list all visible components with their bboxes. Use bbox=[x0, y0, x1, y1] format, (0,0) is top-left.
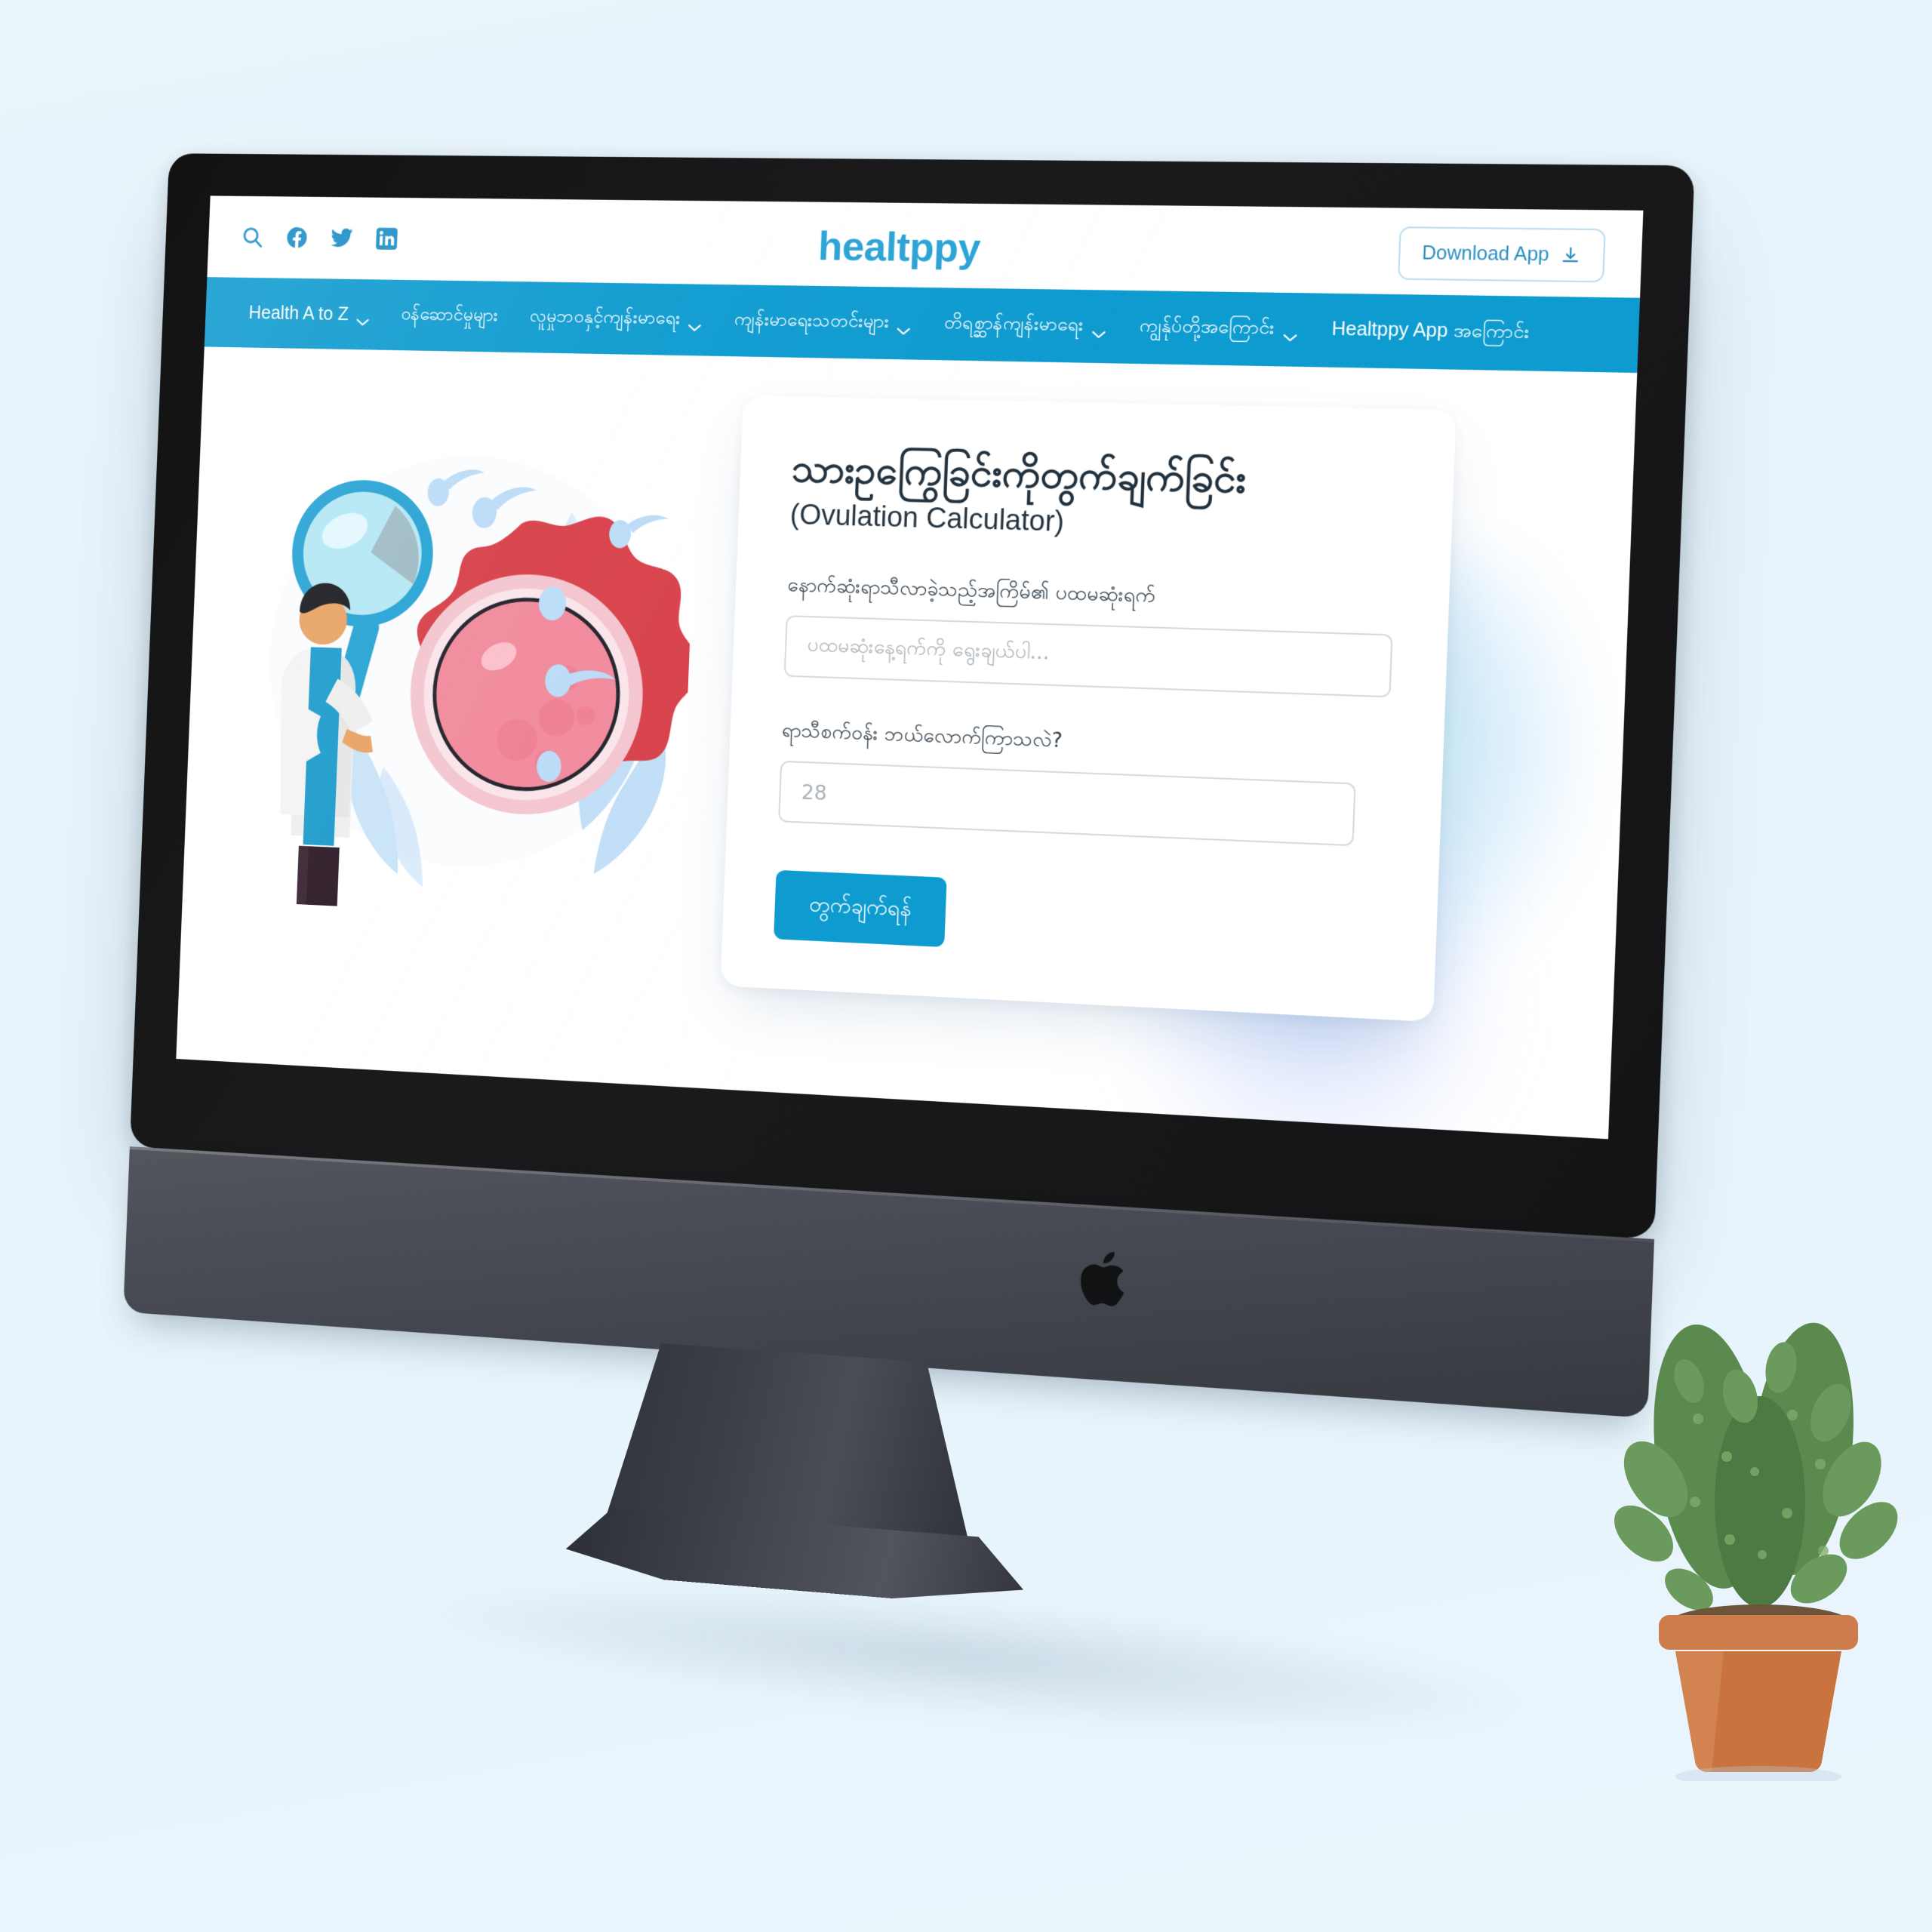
ovulation-calculator-card: သားဥကြွေခြင်းကိုတွက်ချက်ခြင်း (Ovulation… bbox=[720, 395, 1457, 1023]
card-subtitle: (Ovulation Calculator) bbox=[789, 499, 1065, 539]
nav-item-services[interactable]: ဝန်ဆောင်မှုများ bbox=[385, 301, 515, 331]
cycle-length-input[interactable]: 28 bbox=[778, 761, 1356, 847]
nav-label: တိရစ္ဆာန်ကျန်းမာရေး bbox=[943, 311, 1084, 335]
cactus-in-terracotta-pot bbox=[1600, 1253, 1917, 1781]
monitor-screen: healtppy Download App Health A to Z ဝန်ဆ… bbox=[176, 195, 1644, 1140]
last-period-date-placeholder: ပထမဆုံးနေ့ရက်ကို ရွေးချယ်ပါ... bbox=[806, 633, 1050, 665]
nav-label: ကျွန်ုပ်တို့အကြောင်း bbox=[1139, 314, 1275, 339]
last-period-date-input[interactable]: ပထမဆုံးနေ့ရက်ကို ရွေးချယ်ပါ... bbox=[783, 615, 1393, 698]
nav-label: ကျန်းမာရေးသတင်းများ bbox=[734, 308, 890, 332]
nav-item-health-news[interactable]: ကျန်းမာရေးသတင်းများ bbox=[718, 306, 928, 337]
nav-item-animal-health[interactable]: တိရစ္ဆာန်ကျန်းမာရေး bbox=[927, 309, 1123, 340]
nav-item-about-us[interactable]: ကျွန်ုပ်တို့အကြောင်း bbox=[1122, 313, 1315, 345]
last-period-label: နောက်ဆုံးရာသီလာခဲ့သည့်အကြိမ်၏ ပထမဆုံးရက် bbox=[786, 573, 1156, 608]
download-icon bbox=[1560, 245, 1581, 266]
scene-background: healtppy Download App Health A to Z ဝန်ဆ… bbox=[0, 0, 1932, 1932]
chevron-down-icon bbox=[1283, 325, 1298, 335]
doctor-examining-ovum-illustration bbox=[224, 435, 698, 923]
nav-label: Healtppy App အကြောင်း bbox=[1331, 317, 1530, 343]
cycle-length-placeholder: 28 bbox=[801, 780, 828, 805]
card-title: သားဥကြွေခြင်းကိုတွက်ချက်ခြင်း bbox=[791, 445, 1247, 503]
chevron-down-icon bbox=[688, 315, 703, 325]
chevron-down-icon bbox=[1091, 321, 1106, 331]
download-app-button[interactable]: Download App bbox=[1397, 226, 1606, 283]
nav-item-social-life-health[interactable]: လူမှုဘဝနှင့်ကျန်းမာရေး bbox=[513, 303, 718, 334]
nav-item-about-healtppy-app[interactable]: Healtppy App အကြောင်း bbox=[1314, 316, 1547, 349]
nav-label: ဝန်ဆောင်မှုများ bbox=[400, 303, 499, 325]
page-content: သားဥကြွေခြင်းကိုတွက်ချက်ခြင်း (Ovulation… bbox=[176, 346, 1638, 1140]
nav-item-health-a-to-z[interactable]: Health A to Z bbox=[233, 302, 386, 325]
nav-label: လူမှုဘဝနှင့်ကျန်းမာရေး bbox=[529, 305, 681, 328]
monitor-stand bbox=[580, 1338, 1108, 1604]
website-viewport: healtppy Download App Health A to Z ဝန်ဆ… bbox=[176, 195, 1644, 1140]
download-app-label: Download App bbox=[1421, 242, 1550, 266]
cycle-length-label: ရာသီစက်ဝန်း ဘယ်လောက်ကြာသလဲ? bbox=[781, 718, 1063, 753]
imac-device: healtppy Download App Health A to Z ဝန်ဆ… bbox=[123, 153, 1743, 1764]
nav-label: Health A to Z bbox=[248, 302, 349, 325]
chevron-down-icon bbox=[356, 310, 370, 319]
calculate-button[interactable]: တွက်ချက်ရန် bbox=[774, 870, 947, 948]
chevron-down-icon bbox=[897, 318, 911, 328]
apple-logo bbox=[1078, 1244, 1136, 1313]
